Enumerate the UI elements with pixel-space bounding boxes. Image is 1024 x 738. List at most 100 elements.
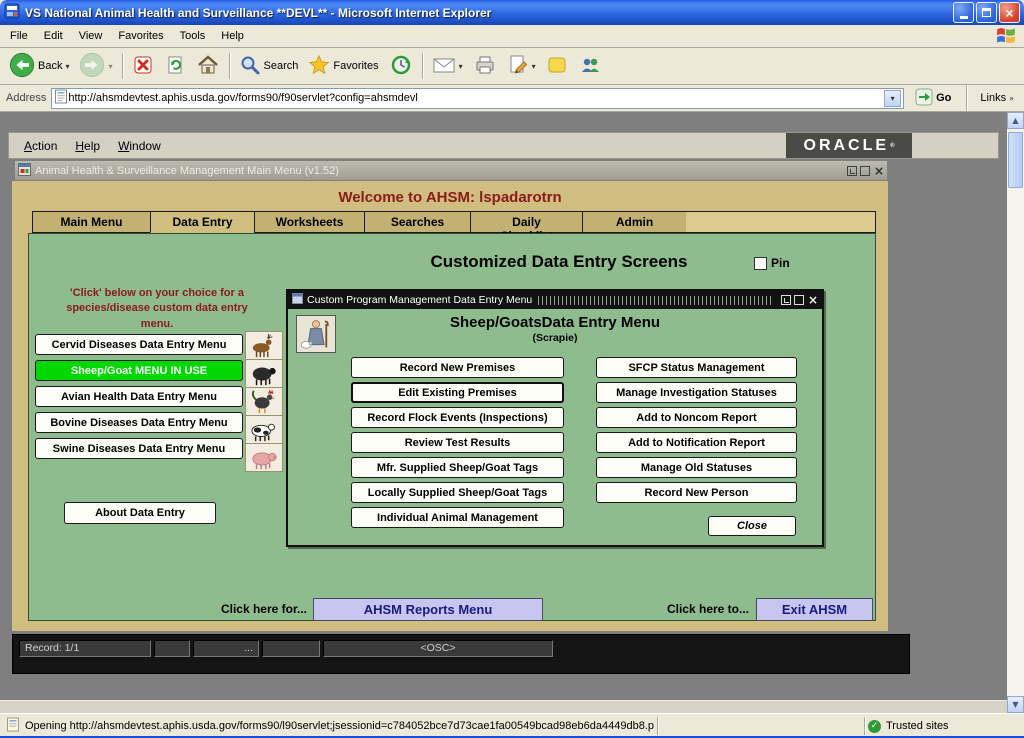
back-icon — [9, 52, 35, 81]
discuss-icon — [578, 54, 602, 79]
tab-searches[interactable]: Searches — [364, 211, 470, 233]
print-button[interactable] — [468, 52, 502, 81]
links-label: Links — [980, 92, 1006, 104]
address-dropdown-button[interactable]: ▾ — [884, 90, 901, 107]
applet-title-bar[interactable]: Animal Health & Surveillance Management … — [14, 160, 888, 181]
go-icon — [915, 88, 933, 109]
status-field-2 — [262, 640, 320, 657]
mfr-supplied-tags-button[interactable]: Mfr. Supplied Sheep/Goat Tags — [351, 457, 564, 478]
swine-menu-button[interactable]: Swine Diseases Data Entry Menu — [35, 438, 243, 459]
panel-heading: Customized Data Entry Screens — [309, 252, 809, 272]
refresh-button[interactable] — [159, 52, 191, 81]
about-data-entry-button[interactable]: About Data Entry — [64, 502, 216, 524]
menu-bar: File Edit View Favorites Tools Help — [0, 25, 1024, 48]
dialog-restore-icon[interactable] — [781, 295, 791, 305]
page-bottom-strip — [0, 700, 1007, 713]
stop-button[interactable] — [127, 52, 159, 81]
scrollbar-thumb[interactable] — [1008, 132, 1023, 188]
applet-close-icon[interactable]: × — [874, 164, 884, 178]
oracle-menu-action[interactable]: Action — [15, 136, 66, 156]
history-icon — [389, 53, 413, 80]
address-page-icon — [54, 89, 68, 107]
individual-animal-management-button[interactable]: Individual Animal Management — [351, 507, 564, 528]
avian-menu-button[interactable]: Avian Health Data Entry Menu — [35, 386, 243, 407]
dialog-body: Sheep/GoatsData Entry Menu (Scrapie) Rec… — [288, 309, 822, 545]
tab-worksheets[interactable]: Worksheets — [254, 211, 364, 233]
applet-restore-icon[interactable] — [847, 166, 857, 176]
scroll-down-button[interactable]: ▼ — [1007, 696, 1024, 713]
status-field-dots: ... — [193, 640, 259, 657]
vertical-scrollbar[interactable]: ▲ ▼ — [1007, 112, 1024, 713]
menu-view[interactable]: View — [71, 27, 111, 45]
exit-caption: Click here to... — [624, 602, 749, 616]
tab-data-entry[interactable]: Data Entry — [150, 211, 254, 233]
home-button[interactable] — [191, 52, 225, 81]
favorites-button[interactable]: Favorites — [303, 52, 383, 81]
dialog-close-button[interactable]: Close — [708, 516, 796, 536]
ahsm-reports-menu-button[interactable]: AHSM Reports Menu — [313, 598, 543, 621]
close-button[interactable]: × — [999, 2, 1020, 23]
menu-file[interactable]: File — [2, 27, 36, 45]
menu-favorites[interactable]: Favorites — [110, 27, 171, 45]
locally-supplied-tags-button[interactable]: Locally Supplied Sheep/Goat Tags — [351, 482, 564, 503]
exit-ahsm-button[interactable]: Exit AHSM — [756, 598, 873, 621]
links-button[interactable]: Links » — [976, 92, 1018, 104]
messenger-button[interactable] — [541, 52, 573, 81]
back-button[interactable]: Back ▾ — [4, 50, 74, 83]
applet-window-title: Animal Health & Surveillance Management … — [35, 165, 844, 177]
bovine-menu-button[interactable]: Bovine Diseases Data Entry Menu — [35, 412, 243, 433]
menu-edit[interactable]: Edit — [36, 27, 71, 45]
mail-button[interactable]: ▾ — [427, 53, 468, 80]
manage-investigation-statuses-button[interactable]: Manage Investigation Statuses — [596, 382, 797, 403]
record-new-premises-button[interactable]: Record New Premises — [351, 357, 564, 378]
go-button[interactable]: Go — [909, 87, 957, 110]
deer-icon — [245, 331, 283, 360]
maximize-button[interactable] — [976, 2, 997, 23]
pin-checkbox[interactable] — [754, 257, 767, 270]
manage-old-statuses-button[interactable]: Manage Old Statuses — [596, 457, 797, 478]
dialog-maximize-icon[interactable] — [794, 295, 804, 305]
oracle-logo: ORACLE® — [786, 133, 912, 158]
tab-daily-checklist[interactable]: Daily Checklist — [470, 211, 582, 233]
history-button[interactable] — [384, 51, 418, 82]
scroll-up-button[interactable]: ▲ — [1007, 112, 1024, 129]
forward-button[interactable]: ▾ — [74, 50, 117, 83]
page-content: Action Help Window ORACLE® Animal Health… — [0, 112, 1007, 713]
dialog-close-icon[interactable]: × — [808, 293, 818, 307]
edit-button[interactable]: ▾ — [502, 52, 541, 81]
add-to-noncom-report-button[interactable]: Add to Noncom Report — [596, 407, 797, 428]
address-input[interactable] — [68, 92, 884, 104]
trusted-sites-icon: ✓ — [868, 720, 881, 733]
edit-existing-premises-button[interactable]: Edit Existing Premises — [351, 382, 564, 403]
window-title-bar[interactable]: VS National Animal Health and Surveillan… — [0, 0, 1024, 25]
menu-tools[interactable]: Tools — [172, 27, 214, 45]
tab-admin[interactable]: Admin — [582, 211, 686, 233]
back-label: Back — [38, 60, 62, 72]
discuss-button[interactable] — [573, 52, 607, 81]
security-zone-label: Trusted sites — [886, 720, 949, 732]
menu-help[interactable]: Help — [213, 27, 252, 45]
pin-label: Pin — [771, 256, 790, 270]
edit-icon — [507, 54, 529, 79]
cervid-menu-button[interactable]: Cervid Diseases Data Entry Menu — [35, 334, 243, 355]
sfcp-status-management-button[interactable]: SFCP Status Management — [596, 357, 797, 378]
review-test-results-button[interactable]: Review Test Results — [351, 432, 564, 453]
applet-maximize-icon[interactable] — [860, 166, 870, 176]
security-zone-pane: ✓ Trusted sites — [868, 717, 1018, 735]
windows-logo-icon — [996, 26, 1018, 46]
search-button[interactable]: Search — [234, 52, 304, 81]
species-menu-list: Cervid Diseases Data Entry Menu Sheep/Go… — [35, 334, 243, 464]
tab-main-menu[interactable]: Main Menu — [32, 211, 150, 233]
dialog-subheading: (Scrapie) — [288, 332, 822, 344]
add-to-notification-report-button[interactable]: Add to Notification Report — [596, 432, 797, 453]
dialog-title-bar[interactable]: Custom Program Management Data Entry Men… — [288, 291, 822, 309]
dialog-title: Custom Program Management Data Entry Men… — [307, 294, 532, 306]
oracle-menu-help[interactable]: Help — [66, 136, 109, 156]
record-flock-events-button[interactable]: Record Flock Events (Inspections) — [351, 407, 564, 428]
minimize-button[interactable] — [953, 2, 974, 23]
record-new-person-button[interactable]: Record New Person — [596, 482, 797, 503]
sheep-goat-menu-button[interactable]: Sheep/Goat MENU IN USE — [35, 360, 243, 381]
status-text: Opening http://ahsmdevtest.aphis.usda.go… — [25, 720, 654, 732]
search-label: Search — [264, 60, 299, 72]
oracle-menu-window[interactable]: Window — [109, 136, 170, 156]
